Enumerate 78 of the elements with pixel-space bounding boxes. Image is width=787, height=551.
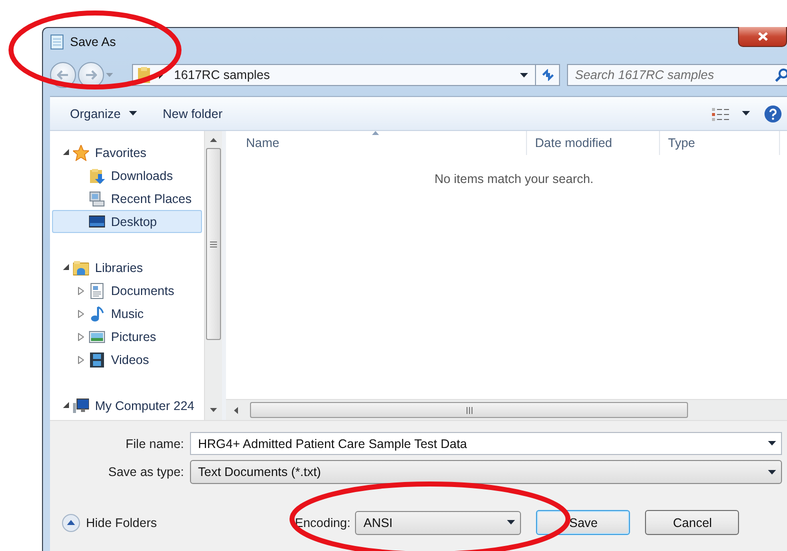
dropdown-caret-icon[interactable] xyxy=(768,441,776,446)
collapse-up-icon xyxy=(62,514,80,532)
nav-item[interactable]: Music xyxy=(52,302,202,325)
nav-item-label: Music xyxy=(110,306,144,320)
field-label: Encoding: xyxy=(294,516,352,530)
column-header[interactable]: Name xyxy=(226,131,527,155)
nav-item-label: Documents xyxy=(110,284,174,298)
horizontal-scrollbar[interactable] xyxy=(226,399,787,420)
nav-item-label: Libraries xyxy=(94,260,143,274)
scroll-down-icon[interactable] xyxy=(210,408,217,412)
desktop-icon xyxy=(89,214,105,230)
film-icon xyxy=(89,352,105,368)
star-icon xyxy=(73,144,89,160)
nav-item[interactable]: Recent Places xyxy=(52,187,202,210)
help-button[interactable] xyxy=(764,104,782,122)
collapsed-arrow-icon[interactable] xyxy=(78,310,84,318)
document-icon xyxy=(89,282,105,298)
expanded-arrow-icon[interactable] xyxy=(63,402,70,409)
downloads-folder-icon xyxy=(89,168,105,184)
recent-places-icon xyxy=(89,190,105,206)
empty-message: No items match your search. xyxy=(433,172,595,186)
grip-icon xyxy=(210,240,217,248)
nav-item-label: Favorites xyxy=(94,146,146,160)
field-label: Save as type: xyxy=(107,465,185,479)
file-type-dropdown[interactable]: Text Documents (*.txt) xyxy=(190,460,782,484)
nav-item[interactable]: Documents xyxy=(52,279,202,302)
file-name-field[interactable]: HRG4+ Admitted Patient Care Sample Test Data xyxy=(190,432,782,455)
collapsed-arrow-icon[interactable] xyxy=(78,286,84,294)
dropdown-caret-icon[interactable] xyxy=(742,111,750,116)
nav-item[interactable]: Downloads xyxy=(52,164,202,187)
window-title: Save As xyxy=(70,35,116,49)
dialog-button[interactable]: Save xyxy=(536,510,630,535)
close-icon xyxy=(758,32,768,41)
vertical-scrollbar[interactable] xyxy=(204,131,222,420)
organize-button[interactable]: Organize xyxy=(62,102,145,124)
column-header[interactable]: Type xyxy=(660,131,780,155)
dropdown-caret-icon[interactable] xyxy=(768,470,776,474)
music-note-icon xyxy=(89,306,105,322)
list-view-icon xyxy=(712,106,730,120)
library-folder-icon xyxy=(73,260,89,276)
expanded-arrow-icon[interactable] xyxy=(63,264,70,271)
nav-item[interactable]: Pictures xyxy=(52,325,202,348)
encoding-dropdown[interactable]: ANSI xyxy=(355,510,522,534)
nav-item-label: Pictures xyxy=(110,330,156,344)
path-text: 1617RC samples xyxy=(173,68,271,82)
dropdown-caret-icon[interactable] xyxy=(128,111,137,116)
notepad-icon xyxy=(50,34,64,50)
nav-item-label: My Computer 224 xyxy=(94,398,194,412)
close-button[interactable] xyxy=(738,27,787,47)
column-header[interactable]: Date modified xyxy=(527,131,660,155)
forward-arrow-icon xyxy=(85,70,97,80)
back-arrow-icon xyxy=(57,70,69,80)
nav-item-label: Desktop xyxy=(110,214,157,228)
grip-icon xyxy=(466,406,472,414)
address-bar[interactable]: 1617RC samples xyxy=(132,64,560,86)
scroll-left-icon[interactable] xyxy=(234,406,238,414)
collapsed-arrow-icon[interactable] xyxy=(78,332,84,340)
nav-item-label: Recent Places xyxy=(110,192,192,206)
sort-arrow-icon xyxy=(372,131,379,135)
expanded-arrow-icon[interactable] xyxy=(63,149,70,156)
dialog-button[interactable]: Cancel xyxy=(645,510,740,535)
address-dropdown-icon[interactable] xyxy=(520,72,528,78)
dropdown-caret-icon[interactable] xyxy=(507,520,516,525)
search-field[interactable]: Search 1617RC samples xyxy=(567,64,787,86)
scroll-up-icon[interactable] xyxy=(210,138,217,142)
help-icon xyxy=(764,104,782,122)
field-label: File name: xyxy=(124,436,185,450)
new-folder-button[interactable]: New folder xyxy=(154,102,230,124)
nav-item-label: Videos xyxy=(110,352,149,366)
nav-item-label: Downloads xyxy=(110,168,173,182)
computer-icon xyxy=(73,398,89,414)
search-icon xyxy=(775,68,787,82)
picture-icon xyxy=(89,328,105,344)
nav-item[interactable]: Videos xyxy=(52,348,202,371)
hide-folders-button[interactable]: Hide Folders xyxy=(62,514,157,532)
nav-item[interactable]: Desktop xyxy=(52,210,202,233)
refresh-arrows-icon xyxy=(540,69,554,81)
collapsed-arrow-icon[interactable] xyxy=(78,356,84,364)
